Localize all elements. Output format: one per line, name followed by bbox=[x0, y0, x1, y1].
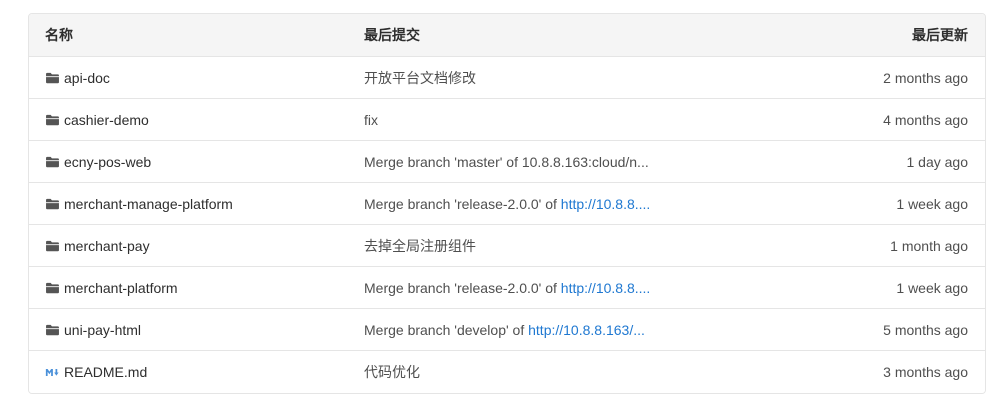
markdown-icon bbox=[45, 368, 59, 376]
file-name-link[interactable]: merchant-manage-platform bbox=[64, 196, 233, 212]
table-row: README.md 代码优化 3 months ago bbox=[29, 351, 985, 393]
table-row: merchant-platform Merge branch 'release-… bbox=[29, 267, 985, 309]
file-name-cell: ecny-pos-web bbox=[29, 154, 364, 170]
commit-message-link[interactable]: fix bbox=[364, 112, 378, 128]
file-name-cell: merchant-pay bbox=[29, 238, 364, 254]
file-name-link[interactable]: merchant-platform bbox=[64, 280, 178, 296]
file-name-cell: uni-pay-html bbox=[29, 322, 364, 338]
last-update-cell: 1 day ago bbox=[906, 153, 969, 170]
last-update-cell: 3 months ago bbox=[883, 364, 968, 380]
commit-message-cell: Merge branch 'develop' of http://10.8.8.… bbox=[364, 322, 765, 338]
commit-message-cell: Merge branch 'release-2.0.0' of http://1… bbox=[364, 280, 765, 296]
commit-message-cell: 去掉全局注册组件 bbox=[364, 236, 765, 256]
commit-message-cell: Merge branch 'master' of 10.8.8.163:clou… bbox=[364, 154, 765, 170]
commit-message-cell: 开放平台文档修改 bbox=[364, 68, 765, 88]
file-name-cell: README.md bbox=[29, 364, 364, 380]
file-name-cell: merchant-platform bbox=[29, 280, 364, 296]
file-name-link[interactable]: ecny-pos-web bbox=[64, 154, 151, 170]
table-row: merchant-manage-platform Merge branch 'r… bbox=[29, 183, 985, 225]
commit-message-cell: Merge branch 'release-2.0.0' of http://1… bbox=[364, 196, 765, 212]
table-header: 名称 最后提交 最后更新 bbox=[29, 14, 985, 57]
commit-message-link[interactable]: Merge branch 'release-2.0.0' of bbox=[364, 196, 561, 212]
table-row: cashier-demo fix 4 months ago bbox=[29, 99, 985, 141]
file-name-link[interactable]: uni-pay-html bbox=[64, 322, 141, 338]
header-name: 名称 bbox=[45, 27, 73, 43]
file-name-link[interactable]: README.md bbox=[64, 364, 147, 380]
folder-icon bbox=[46, 114, 59, 125]
table-row: uni-pay-html Merge branch 'develop' of h… bbox=[29, 309, 985, 351]
table-row: api-doc 开放平台文档修改 2 months ago bbox=[29, 57, 985, 99]
file-tree-table: 名称 最后提交 最后更新 api-doc 开放平台文档修改 2 months a… bbox=[28, 13, 986, 394]
commit-message-link[interactable]: 去掉全局注册组件 bbox=[364, 238, 476, 254]
last-update-cell: 5 months ago bbox=[883, 321, 968, 338]
folder-icon bbox=[46, 240, 59, 251]
commit-url-link[interactable]: http://10.8.8.... bbox=[561, 280, 651, 296]
folder-icon bbox=[46, 282, 59, 293]
last-update-cell: 2 months ago bbox=[883, 69, 968, 86]
commit-message-link[interactable]: 开放平台文档修改 bbox=[364, 70, 476, 86]
last-update-cell: 1 month ago bbox=[890, 237, 968, 254]
file-name-link[interactable]: cashier-demo bbox=[64, 112, 149, 128]
last-update-cell: 1 week ago bbox=[896, 195, 968, 212]
commit-url-link[interactable]: http://10.8.8.... bbox=[561, 196, 651, 212]
header-last-commit: 最后提交 bbox=[364, 27, 420, 43]
file-name-cell: cashier-demo bbox=[29, 112, 364, 128]
file-name-cell: api-doc bbox=[29, 70, 364, 86]
commit-message-link[interactable]: Merge branch 'master' of 10.8.8.163:clou… bbox=[364, 154, 649, 170]
commit-message-cell: 代码优化 bbox=[364, 362, 765, 382]
folder-icon bbox=[46, 324, 59, 335]
commit-url-link[interactable]: http://10.8.8.163/... bbox=[528, 322, 645, 338]
table-body: api-doc 开放平台文档修改 2 months ago cashier-de… bbox=[29, 57, 985, 393]
header-last-update: 最后更新 bbox=[912, 27, 968, 43]
file-name-link[interactable]: merchant-pay bbox=[64, 238, 150, 254]
folder-icon bbox=[46, 198, 59, 209]
commit-message-link[interactable]: 代码优化 bbox=[364, 364, 420, 380]
commit-message-cell: fix bbox=[364, 112, 765, 128]
table-row: merchant-pay 去掉全局注册组件 1 month ago bbox=[29, 225, 985, 267]
folder-icon bbox=[46, 156, 59, 167]
file-name-link[interactable]: api-doc bbox=[64, 70, 110, 86]
table-row: ecny-pos-web Merge branch 'master' of 10… bbox=[29, 141, 985, 183]
last-update-cell: 1 week ago bbox=[896, 279, 968, 296]
commit-message-link[interactable]: Merge branch 'release-2.0.0' of bbox=[364, 280, 561, 296]
commit-message-link[interactable]: Merge branch 'develop' of bbox=[364, 322, 528, 338]
last-update-cell: 4 months ago bbox=[883, 111, 968, 128]
folder-icon bbox=[46, 72, 59, 83]
file-name-cell: merchant-manage-platform bbox=[29, 196, 364, 212]
